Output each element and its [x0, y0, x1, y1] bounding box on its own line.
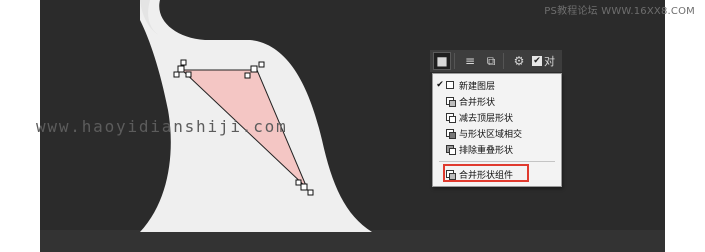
menu-item-intersect-shape-areas[interactable]: 与形状区域相交: [433, 126, 561, 140]
document-bottom-band: [40, 230, 665, 252]
intersect-shape-areas-icon: [446, 128, 456, 139]
menu-separator: [439, 161, 555, 162]
highlight-box: [443, 164, 529, 182]
watermark-top: PS教程论坛 WWW.16XX8.COM: [544, 6, 695, 17]
toolbar-separator: [454, 53, 455, 69]
align-button[interactable]: ≡: [461, 52, 479, 70]
combine-shapes-icon: [446, 96, 456, 107]
path-operations-toolbar: ■ ≡ ⧉ ⚙ ✔ 对: [430, 50, 562, 72]
menu-item-combine-shapes[interactable]: 合并形状: [433, 94, 561, 108]
settings-button[interactable]: ⚙: [510, 52, 528, 70]
menu-item-exclude-overlapping-shapes[interactable]: 排除重叠形状: [433, 142, 561, 156]
align-edges-label: 对: [544, 55, 555, 68]
align-edges-checkbox[interactable]: ✔: [532, 56, 542, 66]
checkmark-icon: ✔: [436, 80, 444, 90]
gear-icon: ⚙: [513, 54, 525, 68]
square-icon: ■: [436, 54, 448, 68]
align-icon: ≡: [464, 54, 476, 68]
watermark-mid: www.haoyidianshiji.com: [36, 117, 288, 136]
arrange-button[interactable]: ⧉: [482, 52, 500, 70]
menu-item-subtract-front-shape[interactable]: 减去顶层形状: [433, 110, 561, 124]
menu-item-new-layer[interactable]: ✔ 新建图层: [433, 78, 561, 92]
exclude-overlapping-shapes-icon: [446, 144, 456, 155]
new-layer-icon: [446, 80, 455, 90]
subtract-front-shape-icon: [446, 112, 456, 123]
arrange-icon: ⧉: [486, 53, 496, 68]
toolbar-separator: [503, 53, 504, 69]
shape-mode-button[interactable]: ■: [433, 52, 451, 70]
